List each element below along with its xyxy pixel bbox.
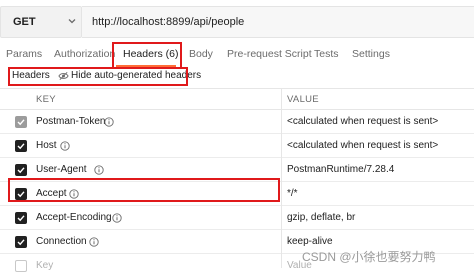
highlight-box-headers-tab — [112, 42, 182, 69]
tab-authorization[interactable]: Authorization — [54, 48, 115, 60]
table-header: KEY VALUE — [0, 88, 474, 110]
row-checkbox[interactable] — [15, 212, 27, 224]
header-value: PostmanRuntime/7.28.4 — [287, 164, 395, 175]
row-checkbox[interactable] — [15, 260, 27, 272]
row-checkbox[interactable] — [15, 140, 27, 152]
new-key-input[interactable]: Key — [36, 260, 53, 271]
check-icon — [17, 239, 25, 246]
header-key: User-Agent — [36, 164, 87, 175]
info-icon[interactable] — [94, 165, 104, 175]
method-select[interactable]: GET — [0, 6, 82, 38]
url-input[interactable]: http://localhost:8899/api/people — [82, 6, 474, 38]
info-icon[interactable] — [112, 213, 122, 223]
tab-tests[interactable]: Tests — [314, 48, 339, 60]
row-checkbox[interactable] — [15, 236, 27, 248]
column-header-key: KEY — [36, 94, 56, 105]
table-row: Accept-Encoding gzip, deflate, br — [0, 206, 474, 230]
check-icon — [17, 167, 25, 174]
request-bar: GET http://localhost:8899/api/people — [0, 6, 474, 38]
column-header-value: VALUE — [287, 94, 319, 105]
table-row: Postman-Token <calculated when request i… — [0, 110, 474, 134]
header-value: <calculated when request is sent> — [287, 116, 439, 127]
header-key: Accept-Encoding — [36, 212, 112, 223]
check-icon — [17, 143, 25, 150]
chevron-down-icon — [68, 19, 76, 24]
tab-pre-request-script[interactable]: Pre-request Script — [227, 48, 312, 60]
tab-params[interactable]: Params — [6, 48, 42, 60]
check-icon — [17, 119, 25, 126]
header-key: Connection — [36, 236, 87, 247]
header-value: keep-alive — [287, 236, 333, 247]
table-row: Host <calculated when request is sent> — [0, 134, 474, 158]
request-tabs: Params Authorization Headers (6) Body Pr… — [0, 44, 474, 66]
column-divider — [281, 88, 282, 268]
row-checkbox[interactable] — [15, 116, 27, 128]
check-icon — [17, 215, 25, 222]
highlight-box-hide-headers — [8, 67, 188, 86]
header-key: Host — [36, 140, 57, 151]
method-label: GET — [13, 16, 36, 28]
tab-body[interactable]: Body — [189, 48, 213, 60]
tab-settings[interactable]: Settings — [352, 48, 390, 60]
info-icon[interactable] — [89, 237, 99, 247]
header-value: <calculated when request is sent> — [287, 140, 439, 151]
row-checkbox[interactable] — [15, 164, 27, 176]
header-value: gzip, deflate, br — [287, 212, 356, 223]
info-icon[interactable] — [60, 141, 70, 151]
header-key: Postman-Token — [36, 116, 106, 127]
info-icon[interactable] — [104, 117, 114, 127]
watermark: CSDN @小徐也要努力鸭 — [302, 250, 436, 264]
url-text: http://localhost:8899/api/people — [92, 16, 245, 28]
highlight-box-accept-row — [8, 178, 280, 202]
header-value: */* — [287, 188, 298, 199]
